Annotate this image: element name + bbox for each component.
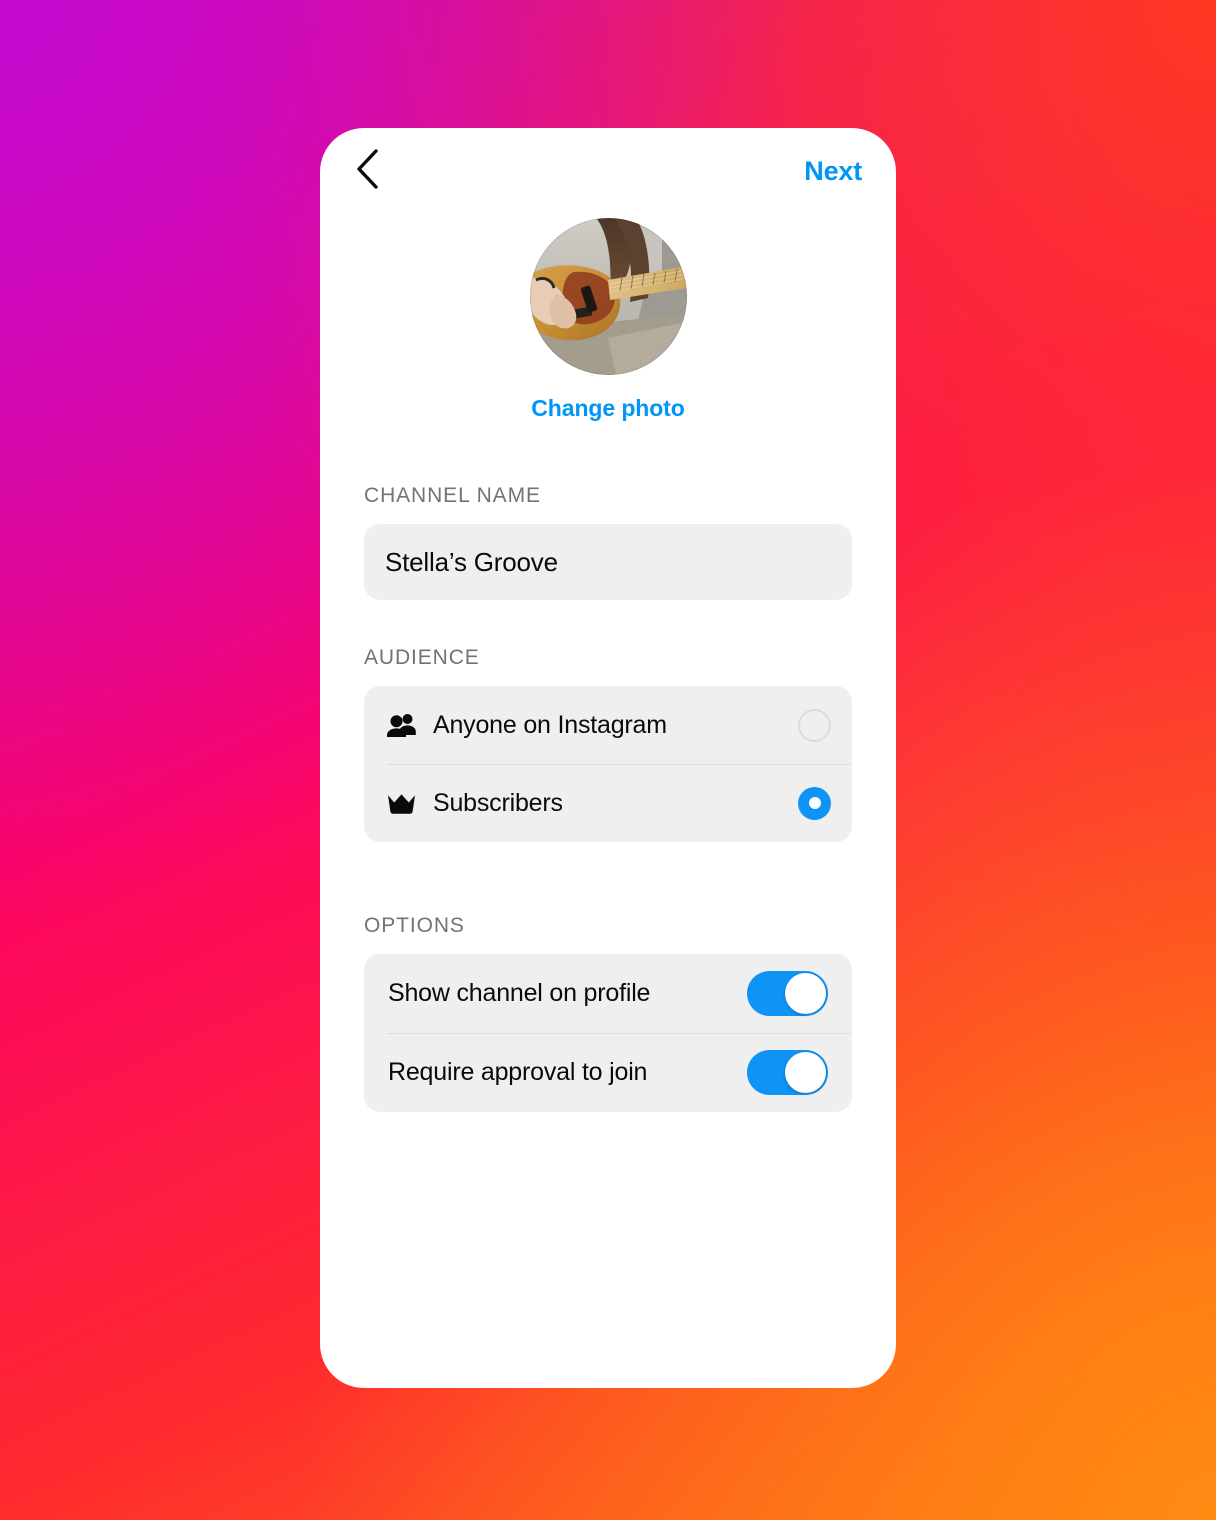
toggle-require-approval-to-join[interactable]: [747, 1050, 828, 1095]
audience-radio-anyone[interactable]: [798, 708, 831, 742]
audience-option-anyone-on-instagram[interactable]: Anyone on Instagram: [364, 686, 852, 764]
channel-name-input[interactable]: Stella’s Groove: [364, 524, 852, 600]
options-group: Show channel on profile Require approval…: [364, 954, 852, 1112]
crown-icon: [387, 788, 421, 818]
options-section-label: OPTIONS: [364, 914, 465, 937]
audience-option-subscribers[interactable]: Subscribers: [364, 764, 852, 842]
channel-name-field-group: Stella’s Groove: [364, 524, 852, 600]
toggle-knob: [785, 1052, 826, 1093]
people-icon: [387, 710, 421, 740]
option-row-show-channel-on-profile[interactable]: Show channel on profile: [364, 954, 852, 1033]
channel-name-section-label: CHANNEL NAME: [364, 484, 541, 507]
back-button[interactable]: [352, 145, 396, 197]
phone-screen-card: Next Change photo CHANNEL NAME Stella’s …: [320, 128, 896, 1388]
toggle-knob: [785, 973, 826, 1014]
channel-name-section: CHANNEL NAME Stella’s Groove: [320, 484, 896, 600]
option-label: Require approval to join: [388, 1058, 648, 1086]
avatar-block: Change photo: [320, 218, 896, 422]
change-photo-button[interactable]: Change photo: [531, 395, 684, 422]
audience-radio-subscribers[interactable]: [798, 786, 831, 820]
audience-options-group: Anyone on Instagram Subscribers: [364, 686, 852, 842]
toggle-show-channel-on-profile[interactable]: [747, 971, 828, 1016]
top-bar: Next: [320, 128, 896, 214]
avatar[interactable]: [529, 218, 687, 375]
audience-option-label: Subscribers: [433, 788, 563, 817]
options-section: OPTIONS Show channel on profile Require …: [320, 914, 896, 1112]
avatar-photo: [529, 218, 687, 375]
chevron-left-icon: [354, 148, 380, 195]
audience-section: AUDIENCE Anyone on Instagram Subscribers: [320, 646, 896, 842]
audience-option-label: Anyone on Instagram: [433, 710, 667, 739]
next-button[interactable]: Next: [804, 156, 864, 187]
option-row-require-approval-to-join[interactable]: Require approval to join: [364, 1033, 852, 1112]
option-label: Show channel on profile: [388, 979, 651, 1007]
audience-section-label: AUDIENCE: [364, 646, 480, 669]
